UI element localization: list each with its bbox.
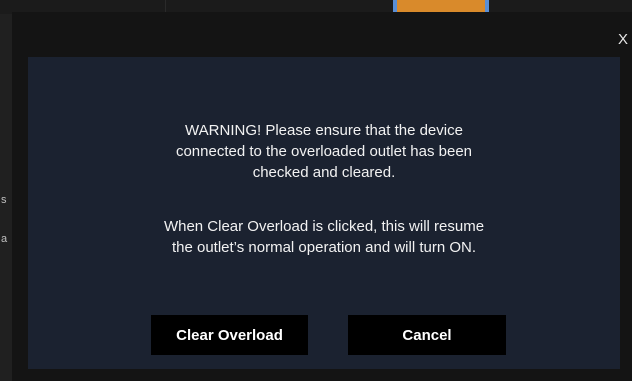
warning-line: checked and cleared. bbox=[252, 164, 396, 181]
dialog-content-panel: WARNING! Please ensure that the device c… bbox=[28, 57, 620, 369]
info-line: When Clear Overload is clicked, this wil… bbox=[163, 218, 485, 235]
cancel-button[interactable]: Cancel bbox=[348, 315, 506, 355]
warning-line: WARNING! Please ensure that the device bbox=[185, 122, 463, 139]
info-line: the outlet’s normal operation and will t… bbox=[171, 239, 477, 256]
info-message: When Clear Overload is clicked, this wil… bbox=[28, 216, 620, 258]
background-app-sidebar: s a bbox=[0, 14, 12, 381]
screen: s a X WARNING! Please ensure that the de… bbox=[0, 0, 632, 381]
clear-overload-button[interactable]: Clear Overload bbox=[151, 315, 308, 355]
warning-line: connected to the overloaded outlet has b… bbox=[175, 143, 473, 160]
background-sidebar-glyph: s bbox=[1, 194, 7, 206]
background-highlight-tile bbox=[393, 0, 489, 12]
background-divider bbox=[165, 0, 166, 12]
close-button[interactable]: X bbox=[618, 32, 628, 47]
warning-message: WARNING! Please ensure that the device c… bbox=[28, 120, 620, 183]
overload-dialog: X WARNING! Please ensure that the device… bbox=[12, 12, 632, 381]
background-sidebar-glyph: a bbox=[1, 233, 8, 245]
